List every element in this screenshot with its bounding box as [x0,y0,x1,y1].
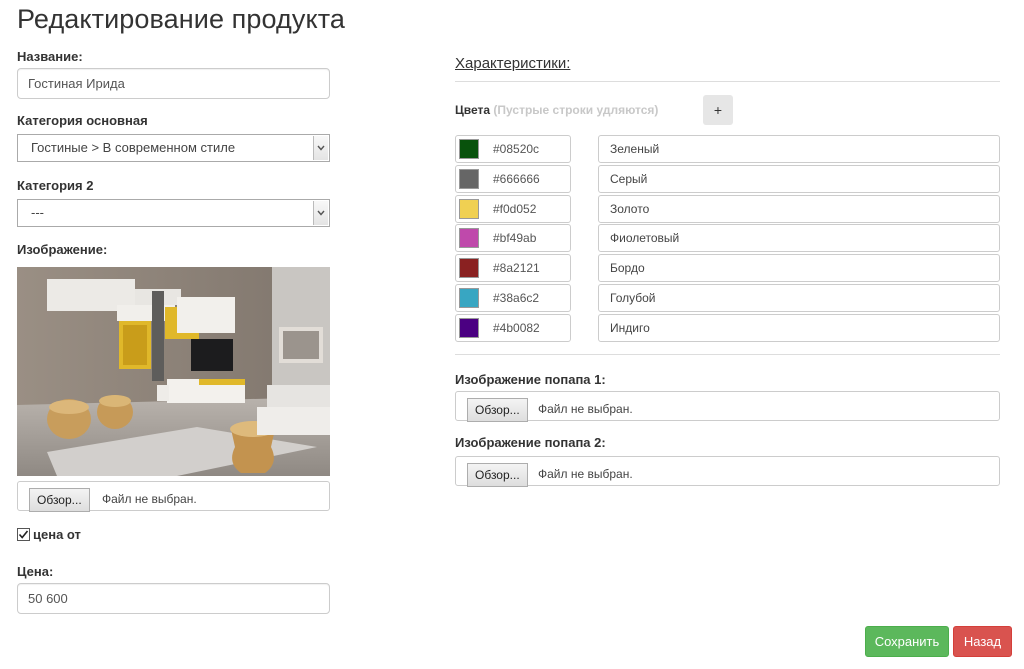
popup-image-1-file-status: Файл не выбран. [538,402,633,416]
color-swatch[interactable] [459,139,479,159]
image-file-status: Файл не выбран. [102,492,197,506]
category-2-value: --- [31,205,44,220]
color-name-input[interactable]: Бордо [598,254,1000,282]
name-label: Название: [17,49,83,64]
popup-image-2-label: Изображение попапа 2: [455,435,606,450]
save-button[interactable]: Сохранить [865,626,949,657]
category-2-select[interactable]: --- [17,199,330,227]
color-hex-value: #08520c [493,142,540,156]
chevron-down-icon [313,201,328,225]
color-swatch[interactable] [459,318,479,338]
color-name-input[interactable]: Фиолетовый [598,224,1000,252]
color-swatch[interactable] [459,169,479,189]
divider [455,354,1000,355]
popup-image-1-file-input[interactable]: Обзор... Файл не выбран. [455,391,1000,422]
color-name-input[interactable]: Индиго [598,314,1000,342]
color-hex-input[interactable]: #8a2121 [455,254,571,282]
color-hex-input[interactable]: #38a6c2 [455,284,571,312]
color-hex-value: #4b0082 [493,321,540,335]
popup-image-2-file-input[interactable]: Обзор... Файл не выбран. [455,456,1000,487]
colors-hint: (Пустрые строки удляются) [493,103,659,117]
popup-image-2-file-status: Файл не выбран. [538,467,633,481]
chevron-down-icon [313,136,328,160]
color-hex-value: #f0d052 [493,202,537,216]
product-image [17,267,330,476]
color-name-input[interactable]: Голубой [598,284,1000,312]
color-swatch[interactable] [459,199,479,219]
image-label: Изображение: [17,242,108,257]
color-hex-value: #666666 [493,172,540,186]
name-input[interactable]: Гостиная Ирида [17,68,330,99]
color-name-input[interactable]: Золото [598,195,1000,223]
image-file-input[interactable]: Обзор... Файл не выбран. [17,481,330,512]
price-input[interactable]: 50 600 [17,583,330,614]
color-hex-input[interactable]: #666666 [455,165,571,193]
checkbox-checked-icon [17,528,30,541]
colors-label: Цвета [455,103,491,117]
color-name-input[interactable]: Серый [598,165,1000,193]
color-hex-input[interactable]: #f0d052 [455,195,571,223]
category-main-select[interactable]: Гостиные > В современном стиле [17,134,330,162]
color-hex-input[interactable]: #bf49ab [455,224,571,252]
color-name-input[interactable]: Зеленый [598,135,1000,163]
colors-heading: Цвета (Пустрые строки удляются) [455,103,658,117]
popup-image-1-label: Изображение попапа 1: [455,372,606,387]
price-from-label: цена от [33,527,81,542]
price-from-checkbox[interactable] [17,528,30,541]
specs-title: Характеристики: [455,55,571,72]
price-label: Цена: [17,564,54,579]
page-title: Редактирование продукта [17,4,345,34]
popup-image-2-browse-button[interactable]: Обзор... [467,463,528,487]
category-main-label: Категория основная [17,113,148,128]
popup-image-1-browse-button[interactable]: Обзор... [467,398,528,422]
color-hex-value: #38a6c2 [493,291,540,305]
add-color-button[interactable]: + [703,95,733,125]
color-swatch[interactable] [459,258,479,278]
category-main-value: Гостиные > В современном стиле [31,140,236,155]
color-swatch[interactable] [459,288,479,308]
color-hex-input[interactable]: #08520c [455,135,571,163]
color-hex-input[interactable]: #4b0082 [455,314,571,342]
category-2-label: Категория 2 [17,178,94,193]
color-hex-value: #bf49ab [493,231,537,245]
color-swatch[interactable] [459,228,479,248]
divider [455,81,1000,82]
image-browse-button[interactable]: Обзор... [29,488,90,512]
color-hex-value: #8a2121 [493,261,540,275]
back-button[interactable]: Назад [953,626,1012,657]
